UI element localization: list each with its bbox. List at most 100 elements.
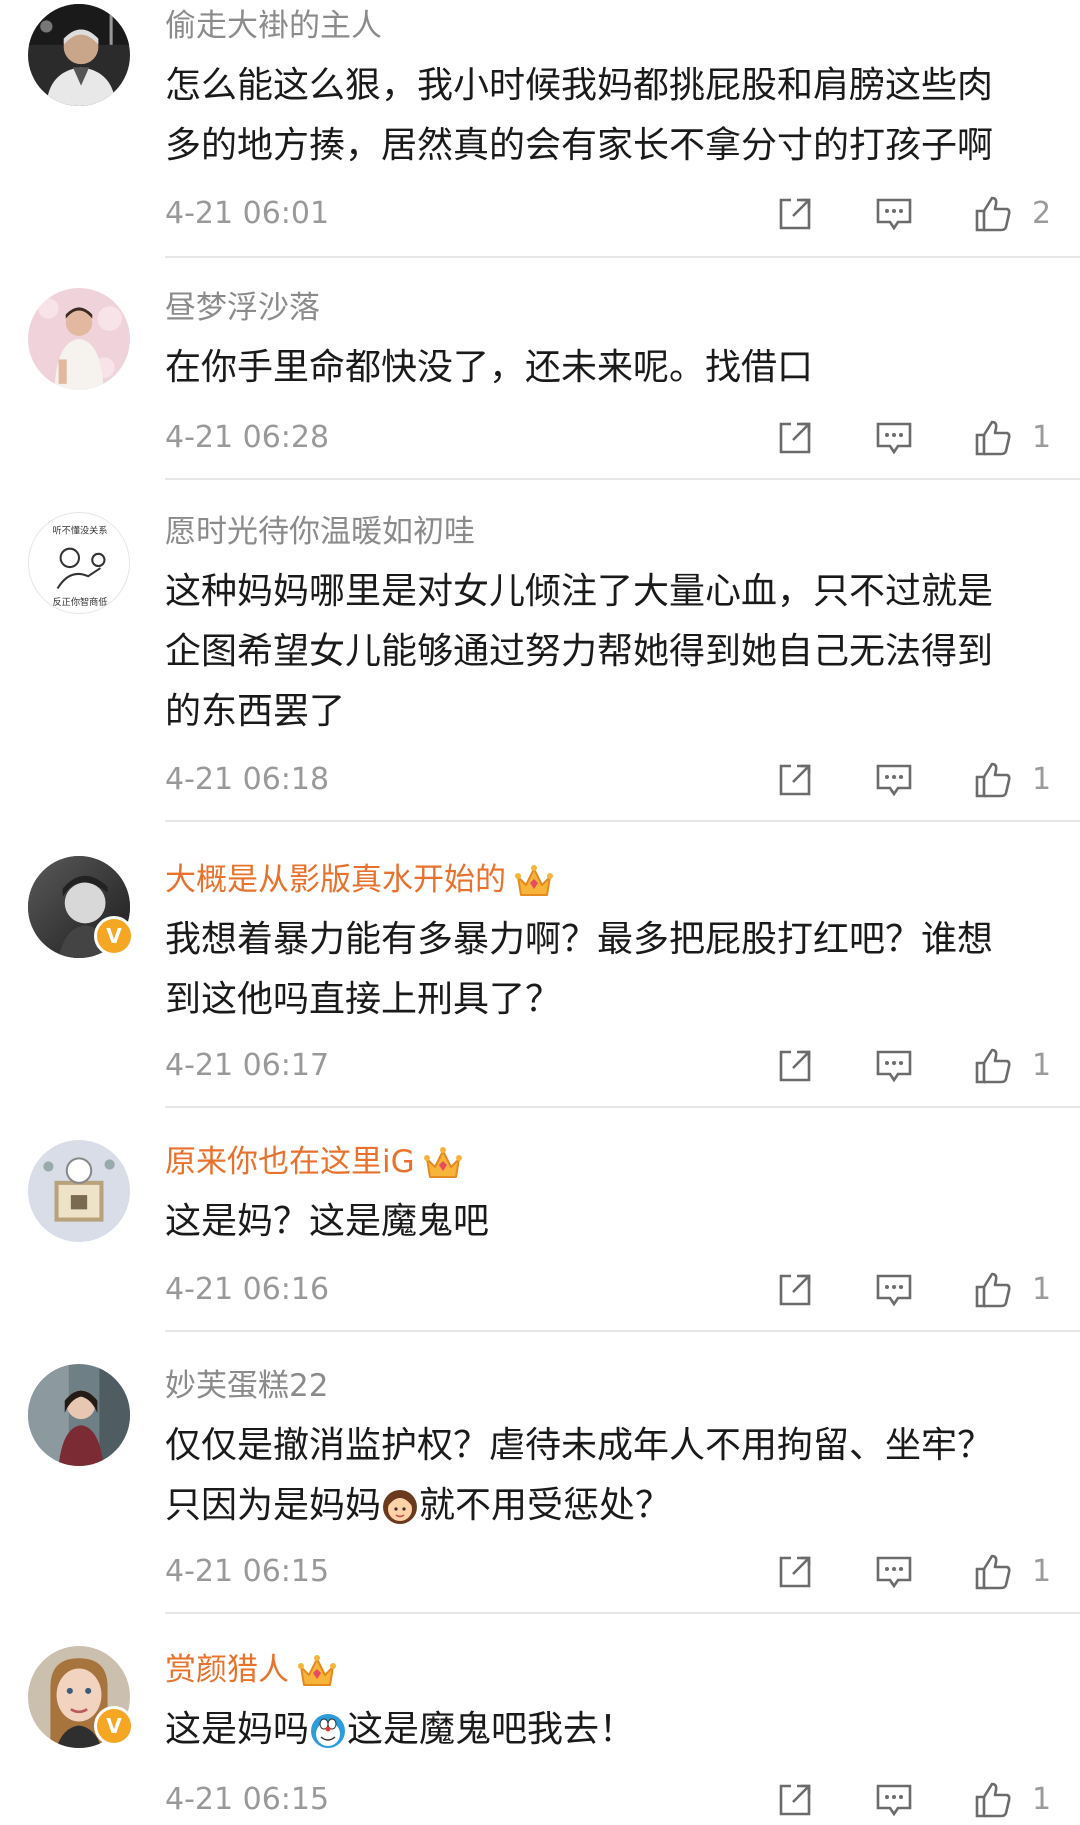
comment-line: 这种妈妈哪里是对女儿倾注了大量心血，只不过就是: [165, 571, 994, 612]
divider: [165, 478, 1080, 480]
thumbs-up-icon: [975, 1554, 1011, 1590]
comment-item: 原来你也在这里iG 这是妈？这是魔鬼吧 4-21 06:16 1: [0, 1108, 1080, 1334]
thumbs-up-icon: [975, 1782, 1011, 1818]
share-icon: [779, 198, 811, 230]
thumbs-up-icon: [975, 1272, 1011, 1308]
share-icon: [779, 1050, 811, 1082]
like-button[interactable]: [973, 1270, 1013, 1310]
username[interactable]: 大概是从影版真水开始的: [165, 860, 554, 901]
like-button[interactable]: [973, 1780, 1013, 1820]
repost-button[interactable]: [775, 760, 815, 800]
thumbs-up-icon: [975, 762, 1011, 798]
comment-item: 昼梦浮沙落 在你手里命都快没了，还未来呢。找借口 4-21 06:28 1: [0, 258, 1080, 482]
timestamp: 4-21 06:15: [165, 1782, 330, 1817]
username[interactable]: 偷走大褂的主人: [165, 6, 382, 46]
comment-button[interactable]: [874, 1270, 914, 1310]
comment-line: 这是妈吗 这是魔鬼吧我去！: [165, 1700, 1045, 1760]
comment-item: 偷走大褂的主人 怎么能这么狠，我小时候我妈都挑屁股和肩膀这些肉 多的地方揍，居然…: [0, 0, 1080, 260]
share-icon: [779, 1784, 811, 1816]
avatar-caption-top: 听不懂没关系: [52, 524, 107, 536]
username[interactable]: 赏颜猎人: [165, 1650, 337, 1691]
comment-text: 这种妈妈哪里是对女儿倾注了大量心血，只不过就是 企图希望女儿能够通过努力帮她得到…: [165, 562, 1045, 742]
repost-button[interactable]: [775, 1780, 815, 1820]
like-button[interactable]: [973, 1046, 1013, 1086]
comment-icon: [876, 422, 912, 455]
avatar-image: [28, 4, 130, 106]
comment-icon: [876, 764, 912, 797]
comment-line: 仅仅是撤消监护权？虐待未成年人不用拘留、坐牢？: [165, 1425, 994, 1466]
avatar[interactable]: [28, 4, 130, 106]
girl-emoji: [381, 1488, 419, 1526]
comment-button[interactable]: [874, 1552, 914, 1592]
username[interactable]: 妙芙蛋糕22: [165, 1366, 328, 1406]
crown-icon: [423, 1145, 463, 1183]
username[interactable]: 昼梦浮沙落: [165, 288, 320, 328]
like-count: 1: [1032, 1048, 1052, 1083]
comment-icon: [876, 1784, 912, 1817]
avatar-caption-bottom: 反正你智商低: [52, 596, 107, 608]
thumbs-up-icon: [975, 420, 1011, 456]
like-count: 1: [1032, 420, 1052, 455]
comment-button[interactable]: [874, 1780, 914, 1820]
comment-button[interactable]: [874, 194, 914, 234]
comment-item: V 赏颜猎人 这是妈吗 这是魔鬼吧我去！ 4-21 06:15 1: [0, 1616, 1080, 1825]
avatar-image: 听不懂没关系 反正你智商低: [29, 513, 129, 613]
like-count: 1: [1032, 762, 1052, 797]
comment-button[interactable]: [874, 1046, 914, 1086]
repost-button[interactable]: [775, 1552, 815, 1592]
timestamp: 4-21 06:15: [165, 1554, 330, 1589]
repost-button[interactable]: [775, 1270, 815, 1310]
repost-button[interactable]: [775, 418, 815, 458]
thumbs-up-icon: [975, 1048, 1011, 1084]
comment-line: 到这他吗直接上刑具了？: [165, 979, 562, 1020]
like-count: 1: [1032, 1782, 1052, 1817]
repost-button[interactable]: [775, 194, 815, 234]
comment-text: 仅仅是撤消监护权？虐待未成年人不用拘留、坐牢？ 只因为是妈妈 就不用受惩处？: [165, 1416, 1045, 1536]
avatar[interactable]: [28, 1364, 130, 1466]
share-icon: [779, 1556, 811, 1588]
comment-line: 怎么能这么狠，我小时候我妈都挑屁股和肩膀这些肉: [165, 65, 994, 106]
comment-text: 这是妈？这是魔鬼吧: [165, 1192, 1045, 1252]
comment-line: 企图希望女儿能够通过努力帮她得到她自己无法得到: [165, 631, 994, 672]
comment-line: 的东西罢了: [165, 691, 346, 732]
like-button[interactable]: [973, 194, 1013, 234]
comment-icon: [876, 198, 912, 231]
comment-line-part: 这是妈吗: [165, 1709, 310, 1750]
comment-icon: [876, 1050, 912, 1083]
share-icon: [779, 764, 811, 796]
comment-line-part: 这是魔鬼吧我去！: [347, 1709, 636, 1750]
username-text: 赏颜猎人: [165, 1652, 289, 1688]
comment-line: 在你手里命都快没了，还未来呢。找借口: [165, 347, 814, 388]
avatar-image: [28, 288, 130, 390]
timestamp: 4-21 06:28: [165, 420, 330, 455]
avatar[interactable]: [28, 1140, 130, 1242]
like-count: 1: [1032, 1554, 1052, 1589]
username[interactable]: 原来你也在这里iG: [165, 1142, 463, 1183]
username[interactable]: 愿时光待你温暖如初哇: [165, 512, 475, 552]
comment-line: 只因为是妈妈 就不用受惩处？: [165, 1476, 1045, 1536]
comment-button[interactable]: [874, 418, 914, 458]
comment-text: 这是妈吗 这是魔鬼吧我去！: [165, 1700, 1045, 1760]
repost-button[interactable]: [775, 1046, 815, 1086]
divider: [165, 1330, 1080, 1332]
avatar[interactable]: 听不懂没关系 反正你智商低: [28, 512, 130, 614]
like-button[interactable]: [973, 1552, 1013, 1592]
thumbs-up-icon: [975, 196, 1011, 232]
timestamp: 4-21 06:17: [165, 1048, 330, 1083]
comment-text: 在你手里命都快没了，还未来呢。找借口: [165, 338, 1045, 398]
comment-line: 这是妈？这是魔鬼吧: [165, 1201, 490, 1242]
comment-line: 多的地方揍，居然真的会有家长不拿分寸的打孩子啊: [165, 125, 994, 166]
username-text: 原来你也在这里iG: [165, 1144, 415, 1180]
comment-line-part: 只因为是妈妈: [165, 1485, 382, 1526]
comment-icon: [876, 1556, 912, 1589]
like-count: 1: [1032, 1272, 1052, 1307]
verified-v-icon: V: [94, 1706, 134, 1746]
comment-item: 听不懂没关系 反正你智商低 愿时光待你温暖如初哇 这种妈妈哪里是对女儿倾注了大量…: [0, 482, 1080, 824]
comment-button[interactable]: [874, 760, 914, 800]
like-button[interactable]: [973, 760, 1013, 800]
avatar[interactable]: [28, 288, 130, 390]
comment-line-part: 就不用受惩处？: [419, 1485, 672, 1526]
divider: [165, 1612, 1080, 1614]
like-button[interactable]: [973, 418, 1013, 458]
comment-text: 我想着暴力能有多暴力啊？最多把屁股打红吧？谁想 到这他吗直接上刑具了？: [165, 910, 1045, 1030]
